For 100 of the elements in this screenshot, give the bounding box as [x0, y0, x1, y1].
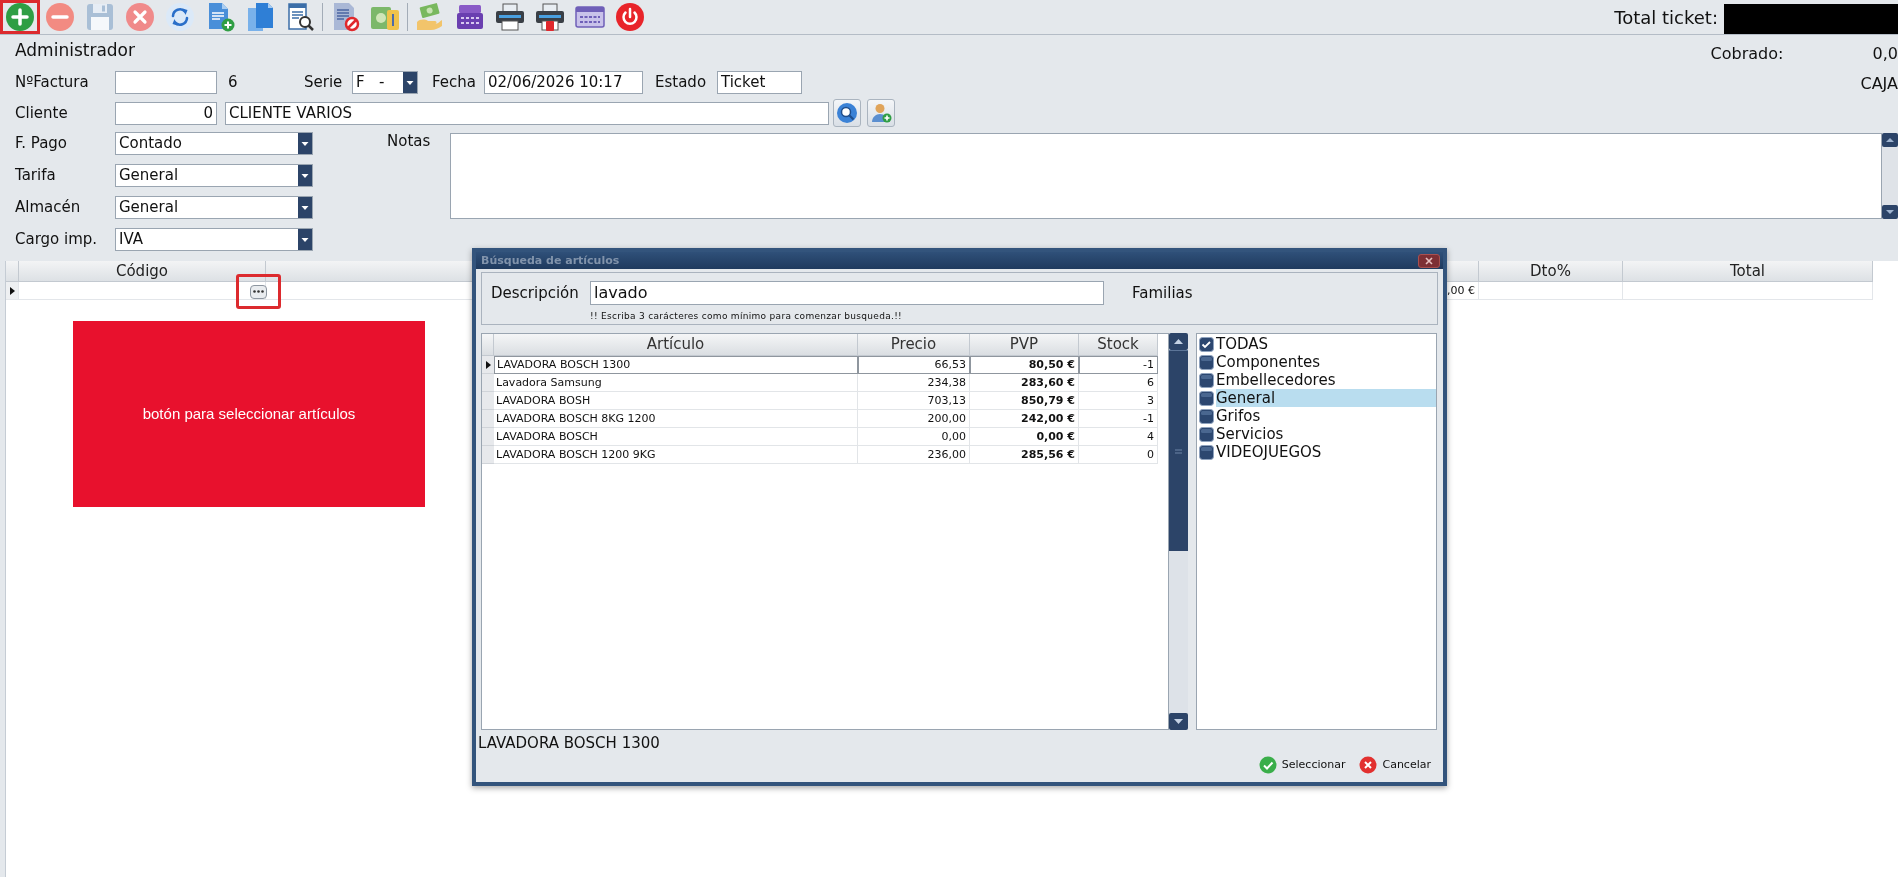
person-plus-icon — [870, 102, 892, 124]
text-field[interactable]: 02/06/2026 10:17 — [484, 70, 643, 94]
ellipsis-icon — [253, 290, 264, 293]
family-item[interactable]: VIDEOJUEGOS — [1216, 443, 1436, 461]
add-client-button[interactable] — [867, 99, 895, 127]
column-header: Stock — [1079, 334, 1158, 356]
search-icon — [836, 102, 858, 124]
field-label: Tarifa — [15, 165, 57, 187]
caret-icon — [298, 229, 312, 250]
caret-icon — [298, 165, 312, 186]
power-icon[interactable] — [615, 2, 645, 32]
checkbox[interactable] — [1199, 354, 1214, 370]
row-pointer-icon — [485, 360, 491, 369]
caret-icon — [298, 133, 312, 154]
field-label: Cliente — [15, 102, 69, 124]
input-field[interactable] — [115, 70, 217, 94]
checkbox[interactable] — [1199, 408, 1214, 424]
table-cell: 0,00 € — [970, 428, 1079, 446]
row-header-cell[interactable] — [482, 410, 494, 428]
field-label: Estado — [654, 71, 708, 93]
row-pointer-icon — [9, 286, 15, 295]
table-cell: -1 — [1079, 356, 1158, 374]
text-field[interactable]: Ticket — [717, 70, 802, 94]
table-cell: 80,50 € — [970, 356, 1079, 374]
search-field[interactable]: lavado — [590, 281, 1104, 305]
printer-mark-icon[interactable] — [535, 2, 565, 32]
checkbox[interactable] — [1199, 426, 1214, 442]
selected-article: LAVADORA BOSCH 1300 — [478, 734, 661, 752]
table-cell: Lavadora Samsung — [494, 374, 858, 392]
arrow-up-icon[interactable] — [1882, 133, 1898, 147]
row-header-cell[interactable] — [482, 356, 494, 374]
field-label: F. Pago — [15, 133, 69, 155]
table-cell: 242,00 € — [970, 410, 1079, 428]
notes-field[interactable] — [450, 133, 1882, 219]
family-item[interactable]: Embellecedores — [1216, 371, 1436, 389]
family-item[interactable]: Grifos — [1216, 407, 1436, 425]
table-cell: 0 — [1079, 446, 1158, 464]
lookup-button[interactable] — [250, 284, 267, 299]
family-item[interactable]: Componentes — [1216, 353, 1436, 371]
grip-icon — [1175, 448, 1182, 454]
dropdown[interactable]: General — [115, 164, 313, 187]
dropdown[interactable]: F - — [352, 70, 418, 94]
refresh-icon[interactable] — [165, 2, 195, 32]
scrollbar-thumb[interactable] — [1169, 350, 1188, 551]
column-header: Precio — [858, 334, 970, 356]
table-cell: 234,38 — [858, 374, 970, 392]
row-header-cell[interactable] — [482, 392, 494, 410]
caret-icon — [403, 71, 417, 93]
row-header-cell[interactable] — [482, 446, 494, 464]
text-field[interactable]: 0 — [115, 101, 217, 125]
cobrado-value: 0,0 — [1872, 43, 1898, 65]
field-label: NºFactura — [15, 71, 90, 93]
table-cell: LAVADORA BOSCH 1300 — [494, 356, 858, 374]
table-cell: 283,60 € — [970, 374, 1079, 392]
arrow-up-icon[interactable] — [1169, 333, 1188, 350]
check-circle-icon — [1258, 756, 1277, 774]
table-cell: 285,56 € — [970, 446, 1079, 464]
row-header-cell[interactable] — [482, 374, 494, 392]
table-cell: LAVADORA BOSCH 8KG 1200 — [494, 410, 858, 428]
document-search-icon[interactable] — [285, 2, 315, 32]
family-item[interactable]: Servicios — [1216, 425, 1436, 443]
x-circle-icon — [1359, 756, 1378, 774]
column-header: Total — [1623, 261, 1873, 282]
dropdown[interactable]: Contado — [115, 132, 313, 155]
table-cell: LAVADORA BOSCH 1200 9KG — [494, 446, 858, 464]
search-button[interactable] — [833, 99, 861, 127]
checkbox[interactable] — [1199, 372, 1214, 388]
column-header: Dto% — [1479, 261, 1623, 282]
dropdown[interactable]: IVA — [115, 228, 313, 251]
hint-text: !! Escriba 3 carácteres como mínimo para comenzar busqueda.!! — [589, 311, 903, 322]
text-field[interactable]: CLIENTE VARIOS — [225, 101, 829, 125]
close-button[interactable] — [1418, 253, 1440, 268]
cancel-button[interactable]: Cancelar — [1359, 756, 1431, 774]
select-button[interactable]: Seleccionar — [1258, 756, 1346, 774]
field-label: Almacén — [15, 197, 82, 219]
total-label: Total ticket: — [1614, 7, 1718, 29]
table-cell: 236,00 — [858, 446, 970, 464]
family-item[interactable]: General — [1216, 389, 1436, 407]
arrow-down-icon[interactable] — [1882, 205, 1898, 219]
table-cell: 3 — [1079, 392, 1158, 410]
field-label: Fecha — [431, 71, 477, 93]
arrow-down-icon[interactable] — [1169, 713, 1188, 730]
table-cell: LAVADORA BOSCH — [494, 428, 858, 446]
printer-icon[interactable] — [495, 2, 525, 32]
checkbox[interactable] — [1199, 444, 1214, 460]
column-header: Artículo — [494, 334, 858, 356]
family-item[interactable]: TODAS — [1216, 335, 1436, 353]
checkbox[interactable] — [1199, 390, 1214, 406]
row-header-cell[interactable] — [6, 282, 19, 300]
cash-register-icon[interactable] — [455, 2, 485, 32]
field-label: Cargo imp. — [15, 229, 99, 251]
table-cell: 6 — [1079, 374, 1158, 392]
field-label: Notas — [387, 131, 432, 152]
table-cell: 0,00 — [858, 428, 970, 446]
row-header-cell[interactable] — [482, 428, 494, 446]
dropdown[interactable]: General — [115, 196, 313, 219]
documents-icon[interactable] — [245, 2, 275, 32]
close-icon — [1425, 256, 1433, 265]
table-cell: 850,79 € — [970, 392, 1079, 410]
checkbox[interactable] — [1199, 336, 1214, 352]
